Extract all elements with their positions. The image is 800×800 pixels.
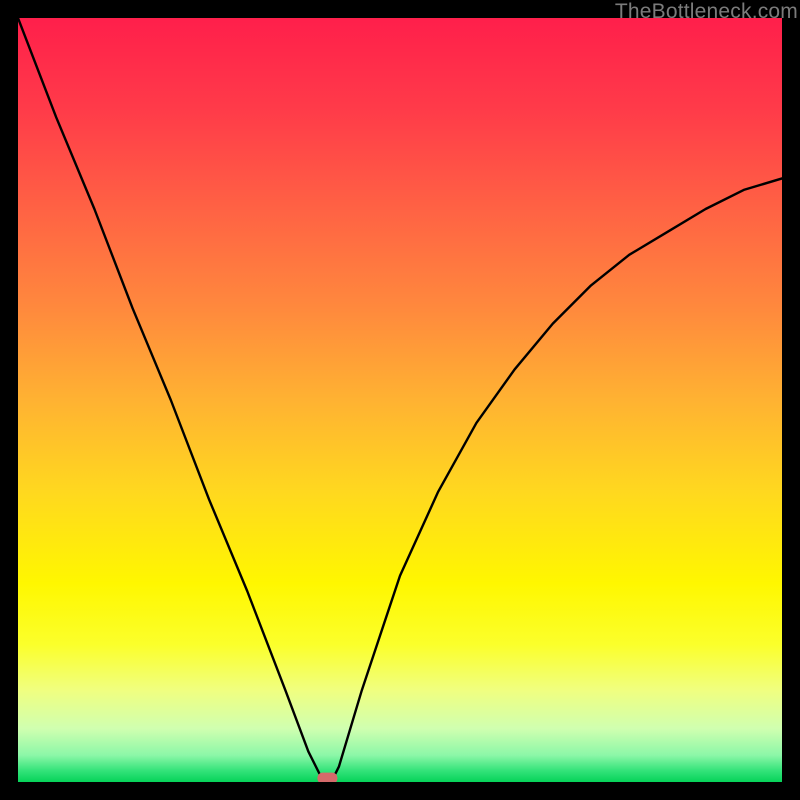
watermark-text: TheBottleneck.com bbox=[615, 0, 798, 24]
gradient-background bbox=[18, 18, 782, 782]
min-marker bbox=[317, 773, 337, 782]
chart-plot bbox=[18, 18, 782, 782]
chart-frame bbox=[18, 18, 782, 782]
